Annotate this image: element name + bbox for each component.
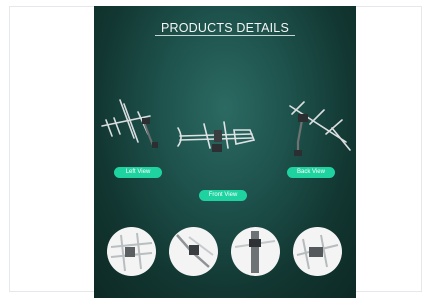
page-title: PRODUCTS DETAILS (161, 21, 289, 35)
detail-photo-4 (293, 227, 342, 276)
front-view-label: Front View (199, 190, 247, 201)
antenna-front-view-image (177, 121, 256, 152)
detail-photo-2 (169, 227, 218, 276)
left-view-label: Left View (114, 167, 162, 178)
antenna-left-view-image (101, 99, 158, 149)
title-underline (155, 35, 295, 36)
product-details-panel: PRODUCTS DETAILS Left View Back View Fro… (94, 6, 356, 298)
detail-photo-1 (107, 227, 156, 276)
back-view-label: Back View (287, 167, 335, 178)
detail-photo-3 (231, 227, 280, 276)
antenna-back-view-image (289, 101, 351, 156)
